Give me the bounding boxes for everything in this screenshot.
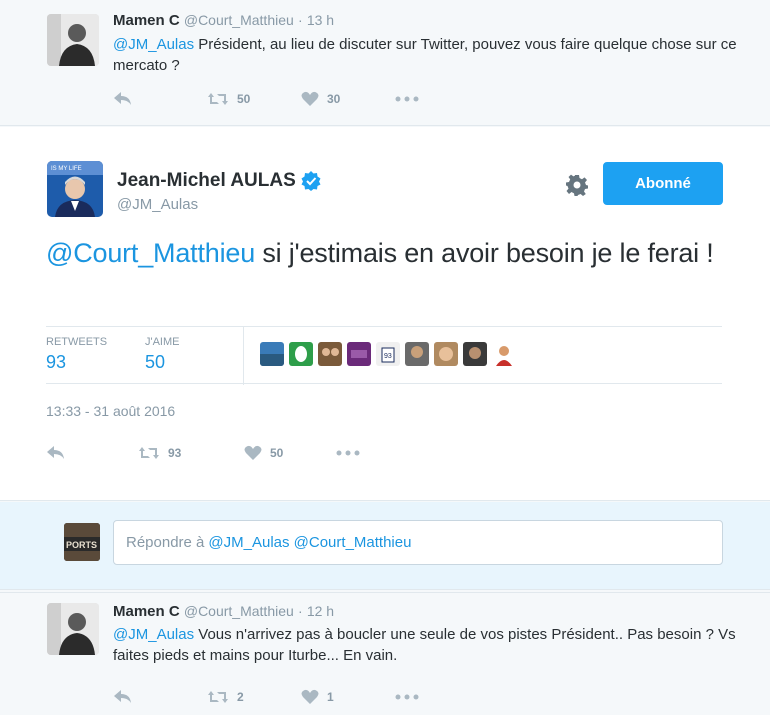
gear-icon — [566, 174, 588, 196]
separator: · — [297, 603, 303, 619]
liker-avatars: 93 — [260, 342, 521, 366]
more-icon — [395, 694, 419, 700]
retweet-count: 2 — [237, 690, 244, 704]
tweet-header: Mamen C @Court_Matthieu · 13 h — [113, 12, 334, 29]
retweets-label: RETWEETS — [46, 336, 108, 348]
tweet-actions: 93 50 — [46, 443, 360, 463]
mention-link[interactable]: @JM_Aulas — [113, 36, 194, 53]
mention-link[interactable]: @Court_Matthieu — [46, 238, 255, 268]
user-handle[interactable]: @Court_Matthieu — [184, 12, 294, 28]
user-handle[interactable]: @Court_Matthieu — [184, 603, 294, 619]
reply-prefix: Répondre à — [126, 534, 205, 551]
reply-icon — [114, 690, 131, 703]
tweet-actions: 50 30 — [113, 89, 419, 109]
reply-icon — [114, 92, 131, 105]
mention-link[interactable]: @JM_Aulas — [113, 626, 194, 643]
likes-label: J'AIME — [145, 336, 180, 348]
liker-avatar[interactable]: 93 — [376, 342, 400, 366]
main-tweet: IS MY LIFE Jean-Michel AULAS @JM_Aulas A… — [0, 127, 770, 501]
liker-avatar[interactable] — [463, 342, 487, 366]
tweet-time[interactable]: 12 h — [307, 603, 334, 619]
reply-input[interactable]: Répondre à @JM_Aulas @Court_Matthieu — [113, 520, 723, 565]
like-count: 50 — [270, 446, 284, 460]
avatar[interactable]: IS MY LIFE — [47, 161, 103, 217]
like-count: 30 — [327, 92, 341, 106]
more-button[interactable] — [395, 96, 419, 102]
separator: · — [297, 12, 303, 28]
retweet-count: 93 — [168, 446, 182, 460]
avatar: PORTS — [64, 523, 100, 561]
avatar-caption: IS MY LIFE — [51, 166, 82, 172]
tweet-actions: 2 1 — [113, 687, 419, 707]
liker-avatar[interactable] — [405, 342, 429, 366]
retweet-count: 50 — [237, 92, 251, 106]
reply-button[interactable] — [113, 91, 207, 107]
user-name-text[interactable]: Jean-Michel AULAS — [117, 170, 296, 192]
tweet-text: @JM_Aulas Président, au lieu de discuter… — [113, 34, 753, 76]
retweet-icon — [208, 93, 228, 105]
svg-text:93: 93 — [384, 353, 392, 360]
more-icon — [395, 96, 419, 102]
retweets-stat[interactable]: RETWEETS 93 — [46, 336, 107, 373]
tweet-timestamp[interactable]: 13:33 - 31 août 2016 — [46, 403, 175, 419]
tweet-header: Mamen C @Court_Matthieu · 12 h — [113, 603, 334, 620]
more-button[interactable] — [395, 694, 419, 700]
tweet-body: si j'estimais en avoir besoin je le fera… — [255, 238, 714, 268]
more-button[interactable] — [336, 450, 360, 456]
avatar[interactable] — [47, 603, 99, 655]
reply-composer: PORTS Répondre à @JM_Aulas @Court_Matthi… — [0, 502, 770, 590]
like-button[interactable]: 1 — [301, 689, 395, 705]
like-count: 1 — [327, 690, 334, 704]
liker-avatar[interactable] — [434, 342, 458, 366]
retweet-icon — [208, 691, 228, 703]
reply-avatar-caption: PORTS — [66, 540, 97, 550]
heart-icon — [301, 689, 319, 704]
retweet-button[interactable]: 2 — [207, 689, 301, 705]
verified-icon — [301, 171, 321, 191]
retweets-value: 93 — [46, 352, 67, 372]
tweet-body: Président, au lieu de discuter sur Twitt… — [113, 36, 737, 74]
retweet-button[interactable]: 93 — [138, 445, 244, 461]
liker-avatar[interactable] — [318, 342, 342, 366]
heart-icon — [244, 445, 262, 460]
liker-avatar[interactable] — [260, 342, 284, 366]
user-name[interactable]: Mamen C — [113, 12, 180, 29]
user-name[interactable]: Mamen C — [113, 603, 180, 620]
user-handle[interactable]: @JM_Aulas — [117, 196, 198, 213]
tweet-text: @JM_Aulas Vous n'arrivez pas à boucler u… — [113, 624, 753, 666]
more-icon — [336, 450, 360, 456]
liker-avatar[interactable] — [492, 342, 516, 366]
retweet-icon — [139, 447, 159, 459]
liker-avatar[interactable] — [347, 342, 371, 366]
avatar[interactable] — [47, 14, 99, 66]
reply-mentions: @JM_Aulas @Court_Matthieu — [208, 534, 412, 551]
liker-avatar[interactable] — [289, 342, 313, 366]
reply-button[interactable] — [46, 445, 138, 461]
stats-divider — [243, 327, 244, 385]
likes-stat[interactable]: J'AIME 50 — [145, 336, 180, 373]
tweet-time[interactable]: 13 h — [307, 12, 334, 28]
tweet-body: Vous n'arrivez pas à boucler une seule d… — [113, 626, 736, 664]
tweet-top[interactable]: Mamen C @Court_Matthieu · 13 h @JM_Aulas… — [0, 0, 770, 126]
retweet-button[interactable]: 50 — [207, 91, 301, 107]
heart-icon — [301, 91, 319, 106]
user-name[interactable]: Jean-Michel AULAS — [117, 170, 321, 192]
follow-button[interactable]: Abonné — [603, 162, 723, 205]
like-button[interactable]: 50 — [244, 445, 336, 461]
reply-button[interactable] — [113, 689, 207, 705]
reply-icon — [47, 446, 64, 459]
tweet-text: @Court_Matthieu si j'estimais en avoir b… — [46, 235, 736, 272]
tweet-stats: RETWEETS 93 J'AIME 50 93 — [46, 326, 722, 385]
tweet-bottom[interactable]: Mamen C @Court_Matthieu · 12 h @JM_Aulas… — [0, 592, 770, 715]
likes-value: 50 — [145, 352, 166, 372]
like-button[interactable]: 30 — [301, 91, 395, 107]
settings-button[interactable] — [566, 174, 588, 201]
